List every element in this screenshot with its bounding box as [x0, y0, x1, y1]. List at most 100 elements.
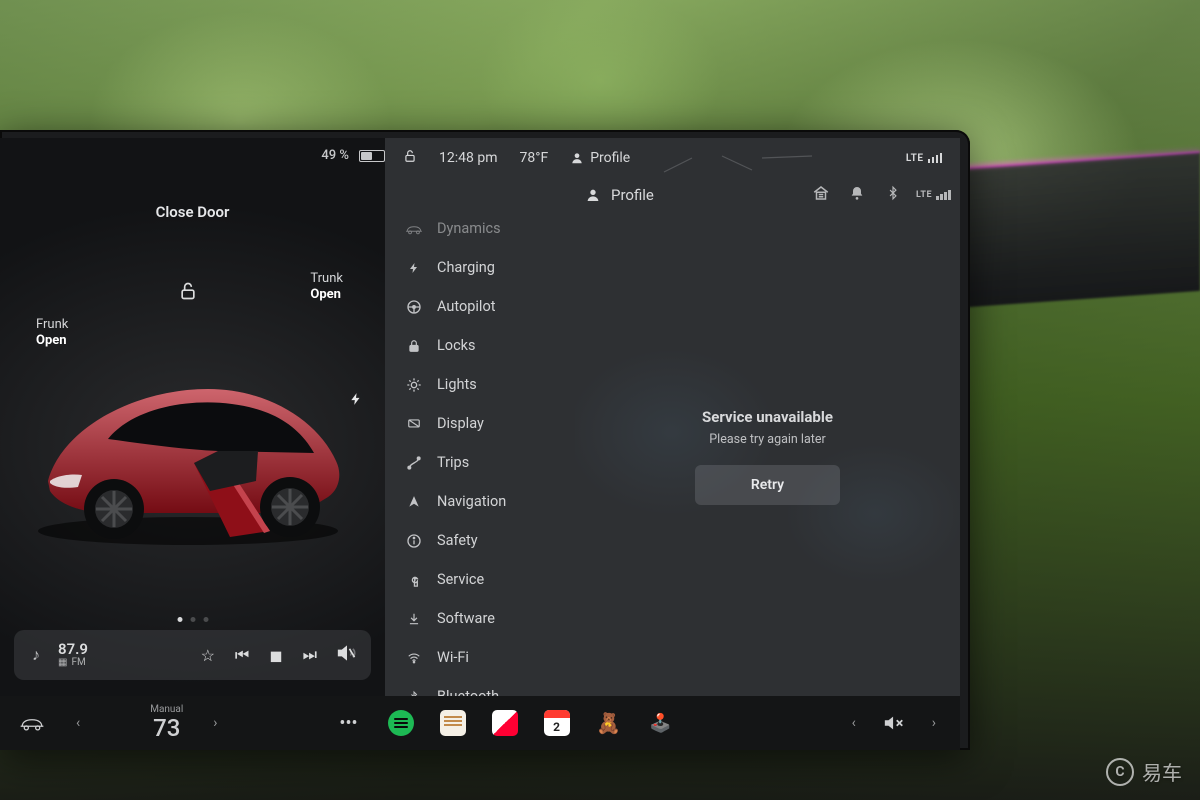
watermark-logo-icon: C: [1106, 758, 1134, 786]
signal-bars-icon: [936, 190, 951, 200]
sun-icon: [405, 377, 423, 393]
climate-temp[interactable]: Manual 73: [150, 705, 183, 741]
mute-speaker-icon[interactable]: [337, 643, 357, 667]
lock-status-icon[interactable]: [403, 149, 417, 167]
settings-nav-list: Dynamics Charging Autopilot Locks Lights Disp…: [385, 216, 575, 696]
info-icon: [405, 533, 423, 549]
trunk-button[interactable]: Trunk Open: [310, 271, 343, 304]
settings-item-label: Navigation: [437, 493, 506, 510]
settings-item-bluetooth[interactable]: Bluetooth: [393, 678, 567, 696]
watermark-text: 易车: [1142, 757, 1182, 786]
settings-item-label: Lights: [437, 376, 477, 393]
service-unavailable-title: Service unavailable: [702, 408, 833, 426]
frunk-label: Frunk: [36, 317, 68, 332]
settings-item-dynamics[interactable]: Dynamics: [393, 216, 567, 247]
route-icon: [405, 455, 423, 471]
settings-item-label: Autopilot: [437, 298, 495, 315]
settings-item-trips[interactable]: Trips: [393, 444, 567, 481]
media-band: ▦ FM: [58, 657, 88, 668]
car-icon: [405, 222, 423, 236]
settings-item-label: Display: [437, 415, 484, 432]
volume-muted-icon[interactable]: [880, 709, 908, 737]
battery-icon: [359, 150, 385, 162]
bolt-icon: [405, 260, 423, 276]
profile-selector[interactable]: Profile: [570, 150, 630, 166]
cell-signal[interactable]: LTE: [906, 153, 942, 164]
settings-item-display[interactable]: Display: [393, 405, 567, 442]
settings-item-label: Trips: [437, 454, 469, 471]
settings-item-label: Wi-Fi: [437, 649, 469, 666]
vehicle-touchscreen: 49 % Close Door Frunk Open Trunk Open: [0, 130, 970, 750]
car-stage: Frunk Open Trunk Open: [0, 221, 385, 696]
panel-title: Profile: [611, 186, 654, 204]
settings-item-wi-fi[interactable]: Wi-Fi: [393, 639, 567, 676]
display-icon: [405, 417, 423, 431]
person-icon: [585, 187, 601, 203]
stop-icon[interactable]: ◼: [269, 646, 282, 665]
settings-item-software[interactable]: Software: [393, 600, 567, 637]
settings-item-safety[interactable]: Safety: [393, 522, 567, 559]
person-icon: [570, 151, 584, 165]
cell-signal-small[interactable]: LTE: [916, 190, 942, 200]
music-note-icon: ♪: [28, 645, 44, 665]
spotify-app-icon[interactable]: [387, 709, 415, 737]
page-indicator[interactable]: [177, 617, 208, 622]
download-icon: [405, 611, 423, 627]
arcade-app-icon[interactable]: 🕹️: [647, 709, 675, 737]
top-status-bar: 12:48 pm 78°F Profile LTE: [385, 138, 960, 172]
settings-item-label: Bluetooth: [437, 688, 499, 696]
clock: 12:48 pm: [439, 150, 497, 166]
media-frequency: 87.9: [58, 642, 88, 657]
settings-item-label: Dynamics: [437, 220, 501, 237]
settings-item-label: Service: [437, 571, 484, 588]
service-unavailable-subtitle: Please try again later: [709, 432, 825, 447]
notes-app-icon[interactable]: [439, 709, 467, 737]
car-render[interactable]: [18, 331, 358, 551]
music-app-icon[interactable]: [491, 709, 519, 737]
lock-icon: [405, 338, 423, 354]
map-road-lines: [662, 154, 822, 174]
settings-item-navigation[interactable]: Navigation: [393, 483, 567, 520]
settings-item-label: Charging: [437, 259, 495, 276]
temp-down[interactable]: ‹: [70, 715, 86, 731]
favorite-icon[interactable]: ☆: [201, 646, 215, 665]
settings-item-lights[interactable]: Lights: [393, 366, 567, 403]
vol-down[interactable]: ‹: [846, 715, 862, 731]
trunk-label: Trunk: [310, 271, 343, 286]
settings-item-service[interactable]: Service: [393, 561, 567, 598]
close-door-label[interactable]: Close Door: [0, 203, 385, 221]
more-apps-icon[interactable]: •••: [335, 709, 363, 737]
settings-item-label: Software: [437, 610, 495, 627]
toybox-app-icon[interactable]: 🧸: [595, 709, 623, 737]
settings-item-locks[interactable]: Locks: [393, 327, 567, 364]
signal-bars-icon: [928, 153, 943, 163]
bluetooth-icon[interactable]: [880, 185, 906, 205]
bottom-dock: ‹ Manual 73 › ••• 2 🧸 🕹️ ‹ ›: [0, 696, 960, 750]
retry-button[interactable]: Retry: [695, 465, 840, 505]
calendar-app-icon[interactable]: 2: [543, 709, 571, 737]
settings-item-charging[interactable]: Charging: [393, 249, 567, 286]
media-info[interactable]: 87.9 ▦ FM: [58, 642, 88, 668]
dashboard-trim: [940, 151, 1200, 309]
wifi-icon: [405, 651, 423, 665]
temp-up[interactable]: ›: [207, 715, 223, 731]
car-app-icon[interactable]: [18, 709, 46, 737]
notification-bell-icon[interactable]: [844, 185, 870, 205]
prev-track-icon[interactable]: ⏮: [235, 645, 249, 665]
media-bar[interactable]: ♪ 87.9 ▦ FM ☆ ⏮ ◼ ⏭: [14, 630, 371, 680]
outside-temp: 78°F: [519, 150, 548, 166]
settings-panel: 12:48 pm 78°F Profile LTE Profile: [385, 138, 960, 696]
trunk-action: Open: [310, 287, 343, 303]
steering-icon: [405, 299, 423, 315]
unlock-icon[interactable]: [178, 281, 198, 305]
wrench-icon: [405, 572, 423, 588]
settings-item-autopilot[interactable]: Autopilot: [393, 288, 567, 325]
upgrades-content: Service unavailable Please try again lat…: [575, 216, 960, 696]
vol-up[interactable]: ›: [926, 715, 942, 731]
panel-header: Profile LTE: [385, 172, 960, 216]
settings-item-label: Safety: [437, 532, 478, 549]
status-bar-left: 49 %: [0, 138, 385, 169]
car-visualizer-column: 49 % Close Door Frunk Open Trunk Open: [0, 138, 385, 696]
next-track-icon[interactable]: ⏭: [303, 645, 317, 665]
homelink-icon[interactable]: [808, 184, 834, 206]
